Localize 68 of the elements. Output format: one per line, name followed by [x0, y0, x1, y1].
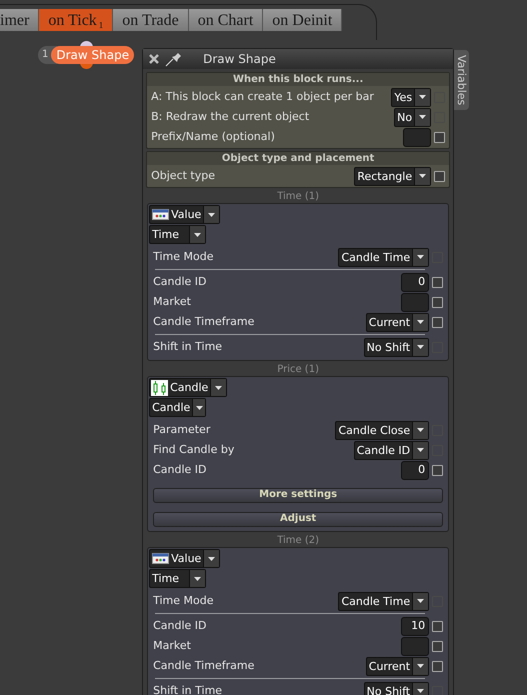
input-field[interactable]: 0 — [401, 460, 430, 480]
field-label: A: This block can create 1 object per bar — [151, 88, 375, 105]
input-field[interactable]: 10 — [401, 616, 430, 636]
dropdown[interactable]: Candle ID — [354, 440, 430, 460]
dropdown[interactable]: Time — [149, 225, 206, 244]
pin-icon[interactable] — [165, 51, 184, 67]
group-title: Time (1) — [276, 190, 320, 203]
checkbox[interactable] — [434, 170, 446, 182]
side-tab[interactable]: Variables — [454, 50, 470, 110]
section-header: Object type and placement — [147, 152, 450, 165]
tab[interactable]: imer — [0, 9, 40, 31]
close-icon[interactable] — [148, 53, 160, 65]
value-window-icon — [152, 553, 170, 564]
value-window-icon — [152, 209, 170, 220]
dropdown[interactable]: No Shift — [364, 338, 430, 356]
dropdown[interactable]: Candle Time — [338, 248, 430, 266]
dropdown[interactable]: No Shift — [364, 682, 430, 695]
field-label: Prefix/Name (optional) — [151, 128, 276, 145]
input-field[interactable]: 0 — [401, 272, 430, 292]
checkbox[interactable] — [432, 316, 444, 328]
field-label: Market — [153, 638, 192, 654]
field-label: Candle Timeframe — [153, 314, 256, 330]
dropdown[interactable]: No — [394, 108, 432, 126]
field-label: Time Mode — [153, 592, 214, 609]
dropdown[interactable]: Candle — [149, 398, 206, 417]
input-field[interactable] — [401, 636, 430, 656]
checkbox[interactable] — [432, 464, 444, 476]
field-label: Object type — [151, 168, 216, 184]
dropdown[interactable]: Time — [149, 569, 206, 588]
checkbox[interactable] — [432, 640, 444, 652]
input-field[interactable] — [401, 292, 430, 312]
field-label: Market — [153, 294, 192, 310]
checkbox[interactable] — [432, 620, 444, 632]
field-label: B: Redraw the current object — [151, 108, 310, 125]
field-label: Candle Timeframe — [153, 658, 256, 674]
field-label: Shift in Time — [153, 682, 224, 695]
checkbox[interactable] — [432, 276, 444, 288]
input-field[interactable] — [403, 128, 432, 146]
expand-bar[interactable]: Adjust — [153, 512, 444, 526]
dropdown[interactable]: Current — [366, 656, 430, 676]
dropdown[interactable]: Rectangle — [354, 166, 432, 186]
dropdown[interactable]: Value — [149, 549, 220, 568]
field-label: Shift in Time — [153, 338, 224, 355]
section-header: When this block runs... — [147, 73, 450, 86]
dropdown[interactable]: Candle — [149, 378, 228, 397]
field-label: Parameter — [153, 422, 212, 438]
group-title: Price (1) — [276, 363, 320, 376]
dropdown[interactable]: Candle Time — [338, 592, 430, 610]
group-title: Time (2) — [276, 534, 320, 547]
field-label: Candle ID — [153, 274, 208, 290]
tab[interactable]: on Trade — [113, 9, 189, 31]
expand-bar[interactable]: More settings — [153, 488, 444, 502]
dropdown[interactable]: Yes — [391, 88, 432, 106]
field-label: Candle ID — [153, 462, 208, 478]
dropdown[interactable]: Value — [149, 205, 220, 224]
checkbox[interactable] — [434, 132, 446, 142]
dropdown[interactable]: Candle Close — [335, 420, 430, 440]
dropdown[interactable]: Current — [366, 312, 430, 332]
field-label: Find Candle by — [153, 442, 236, 458]
candlestick-icon — [151, 380, 168, 396]
checkbox[interactable] — [432, 296, 444, 308]
dialog-title: Draw Shape — [203, 51, 276, 68]
tab[interactable]: on Chart — [188, 9, 264, 31]
tab[interactable]: on Deinit — [263, 9, 342, 31]
field-label: Time Mode — [153, 248, 214, 265]
checkbox[interactable] — [432, 660, 444, 672]
tab-count: 1 — [98, 19, 104, 31]
field-label: Candle ID — [153, 618, 208, 634]
